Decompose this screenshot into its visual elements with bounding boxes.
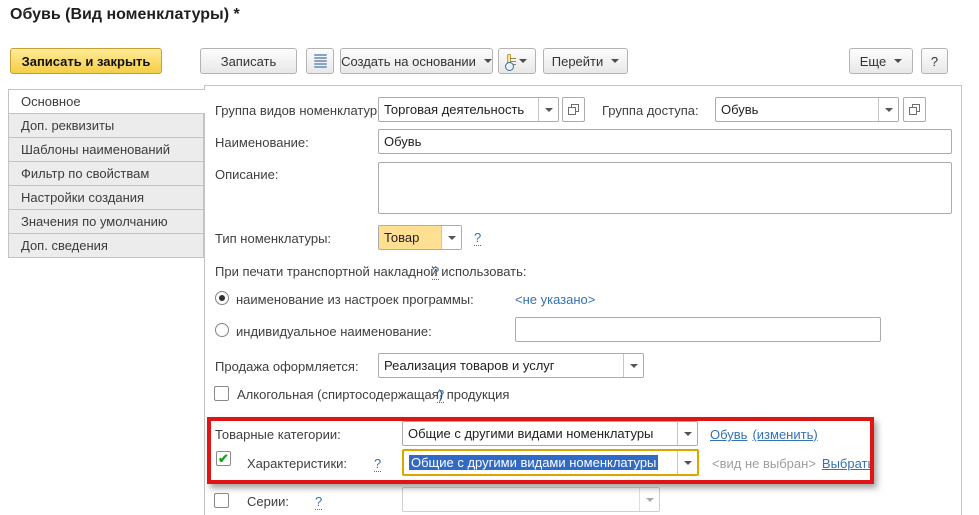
tab-default-values[interactable]: Значения по умолчанию: [8, 209, 204, 234]
access-group-open-button[interactable]: [903, 97, 926, 122]
tab-label: Доп. сведения: [21, 238, 108, 253]
chevron-down-icon[interactable]: [538, 98, 558, 121]
chevron-down-icon[interactable]: [441, 226, 461, 249]
program-name-value-link[interactable]: <не указано>: [515, 292, 595, 307]
help-label: ?: [931, 54, 938, 69]
individual-name-radio[interactable]: [215, 323, 229, 337]
access-group-label: Группа доступа:: [602, 103, 699, 118]
characteristics-kind-hint: <вид не выбран>: [712, 456, 816, 471]
chevron-down-icon[interactable]: [677, 451, 697, 474]
name-label: Наименование:: [215, 135, 309, 150]
tab-label: Доп. реквизиты: [21, 118, 114, 133]
chevron-down-icon: [484, 59, 492, 63]
type-help-link[interactable]: ?: [474, 230, 481, 246]
more-button[interactable]: Еще: [849, 48, 913, 74]
characteristics-help-link[interactable]: ?: [374, 456, 381, 472]
tab-label: Значения по умолчанию: [21, 214, 168, 229]
chevron-down-icon[interactable]: [878, 98, 898, 121]
tab-label: Настройки создания: [21, 190, 144, 205]
series-help-link[interactable]: ?: [315, 494, 322, 510]
waybill-help-link[interactable]: ?: [432, 264, 439, 280]
tab-additional-info[interactable]: Доп. сведения: [8, 233, 204, 258]
description-textarea[interactable]: [378, 162, 952, 214]
group-kinds-combobox[interactable]: Торговая деятельность: [378, 97, 559, 122]
save-and-close-label: Записать и закрыть: [22, 54, 151, 69]
alcohol-help-link[interactable]: ?: [437, 387, 444, 403]
characteristics-kind: <вид не выбран> Выбрать: [712, 456, 874, 471]
series-value: [403, 488, 639, 511]
sale-value: Реализация товаров и услуг: [379, 354, 623, 377]
alcohol-label: Алкогольная (спиртосодержащая) продукция: [237, 387, 509, 402]
chevron-down-icon[interactable]: [677, 422, 697, 445]
characteristics-choose-link[interactable]: Выбрать: [822, 456, 874, 471]
group-kinds-open-button[interactable]: [562, 97, 585, 122]
chevron-down-icon: [894, 59, 902, 63]
tab-property-filter[interactable]: Фильтр по свойствам: [8, 161, 204, 186]
chevron-down-icon: [519, 59, 527, 63]
access-group-value: Обувь: [716, 98, 878, 121]
create-based-on-button[interactable]: Создать на основании: [340, 48, 493, 74]
type-combobox[interactable]: Товар: [378, 225, 462, 250]
tab-label: Шаблоны наименований: [21, 142, 170, 157]
access-group-combobox[interactable]: Обувь: [715, 97, 899, 122]
program-name-label: наименование из настроек программы:: [236, 292, 474, 307]
help-button[interactable]: ?: [921, 48, 948, 74]
save-button[interactable]: Записать: [200, 48, 297, 74]
categories-value-link[interactable]: Обувь: [710, 427, 747, 442]
document-clock-icon: [507, 54, 511, 69]
sale-combobox[interactable]: Реализация товаров и услуг: [378, 353, 644, 378]
description-label: Описание:: [215, 167, 278, 182]
more-label: Еще: [860, 54, 886, 69]
tab-creation-settings[interactable]: Настройки создания: [8, 185, 204, 210]
tab-name-templates[interactable]: Шаблоны наименований: [8, 137, 204, 162]
series-combobox[interactable]: [402, 487, 660, 512]
page-title: Обувь (Вид номенклатуры) *: [10, 6, 240, 24]
chevron-down-icon[interactable]: [639, 488, 659, 511]
individual-name-input[interactable]: [515, 317, 881, 342]
name-input[interactable]: [378, 129, 952, 154]
structure-button[interactable]: [306, 48, 334, 74]
type-label: Тип номенклатуры:: [215, 231, 331, 246]
categories-links: Обувь (изменить): [710, 427, 818, 442]
categories-value: Общие с другими видами номенклатуры: [403, 422, 677, 445]
characteristics-value: Общие с другими видами номенклатуры: [409, 455, 658, 470]
go-to-label: Перейти: [552, 54, 604, 69]
nomenclature-kind-window: Обувь (Вид номенклатуры) * Записать и за…: [0, 0, 979, 515]
tab-main[interactable]: Основное: [8, 89, 205, 114]
group-kinds-label: Группа видов номенклатуры:: [215, 103, 390, 118]
create-based-on-label: Создать на основании: [341, 54, 476, 69]
save-label: Записать: [221, 54, 277, 69]
type-value: Товар: [379, 226, 441, 249]
individual-name-label: индивидуальное наименование:: [236, 324, 432, 339]
save-and-close-button[interactable]: Записать и закрыть: [10, 48, 162, 74]
chevron-down-icon[interactable]: [623, 354, 643, 377]
open-form-icon: [568, 104, 579, 115]
tab-additional-attributes[interactable]: Доп. реквизиты: [8, 113, 204, 138]
list-structure-icon: [314, 54, 327, 68]
go-to-button[interactable]: Перейти: [543, 48, 628, 74]
group-kinds-value: Торговая деятельность: [379, 98, 538, 121]
document-history-menu-button[interactable]: [498, 48, 536, 74]
characteristics-combobox[interactable]: Общие с другими видами номенклатуры: [402, 449, 699, 476]
series-checkbox[interactable]: [214, 493, 229, 508]
characteristics-checkbox[interactable]: [216, 451, 231, 466]
characteristics-label: Характеристики:: [247, 456, 347, 471]
sale-label: Продажа оформляется:: [215, 359, 359, 374]
categories-combobox[interactable]: Общие с другими видами номенклатуры: [402, 421, 698, 446]
categories-change-link[interactable]: (изменить): [752, 427, 817, 442]
program-name-radio[interactable]: [215, 291, 229, 305]
tab-label: Основное: [21, 94, 81, 109]
alcohol-checkbox[interactable]: [214, 386, 229, 401]
tab-label: Фильтр по свойствам: [21, 166, 149, 181]
chevron-down-icon: [611, 59, 619, 63]
categories-label: Товарные категории:: [215, 427, 341, 442]
open-form-icon: [909, 104, 920, 115]
series-label: Серии:: [247, 494, 289, 509]
waybill-label: При печати транспортной накладной исполь…: [215, 264, 527, 279]
